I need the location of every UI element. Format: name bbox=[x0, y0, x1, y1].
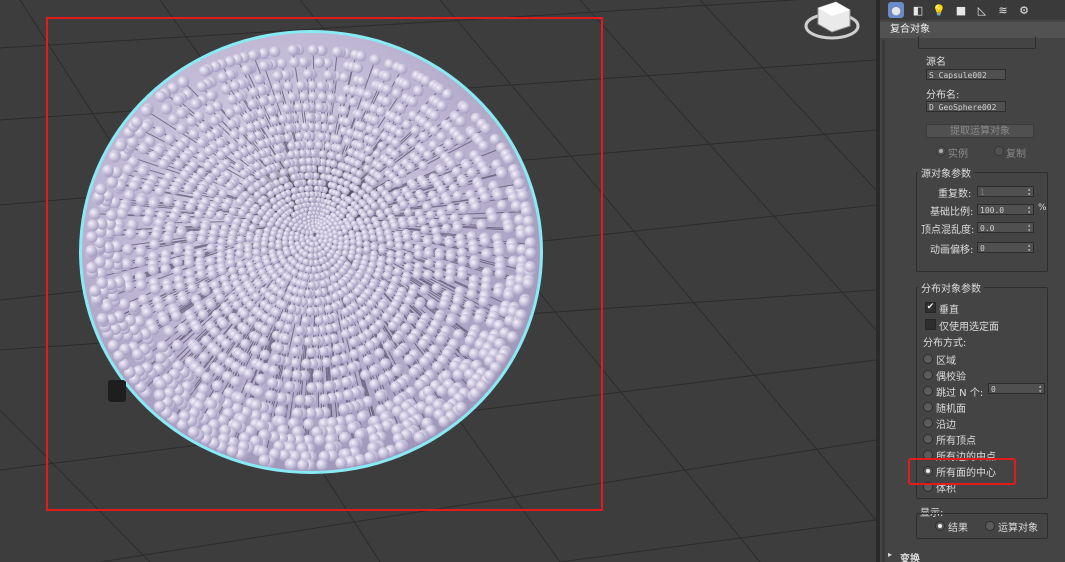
instance-label: 实例 bbox=[948, 149, 968, 160]
duplicates-spinner[interactable]: 1 ▴ ▾ bbox=[977, 186, 1034, 198]
source-params-title: 源对象参数 bbox=[918, 165, 974, 180]
use-selected-faces-checkbox[interactable] bbox=[925, 319, 936, 330]
method-area-label: 区域 bbox=[936, 356, 956, 367]
command-panel: ● ◧ 💡 ■ ◺ ≋ ⚙ 复合对象 源名 S_Capsule002 分布名: … bbox=[880, 0, 1065, 562]
method-even-label: 偶校验 bbox=[936, 372, 966, 383]
annotation-highlight-face-centers bbox=[908, 458, 1016, 485]
geometry-tab-icon[interactable]: ● bbox=[888, 2, 904, 18]
command-panel-tabs: ● ◧ 💡 ■ ◺ ≋ ⚙ bbox=[880, 0, 1065, 20]
method-all-vertices-radio[interactable] bbox=[923, 434, 933, 444]
display-operands-radio[interactable] bbox=[985, 521, 995, 531]
method-area-radio[interactable] bbox=[923, 354, 933, 364]
panel-scrollbar[interactable] bbox=[882, 40, 885, 562]
helpers-tab-icon[interactable]: ◺ bbox=[974, 2, 990, 18]
base-scale-label: 基础比例: bbox=[930, 207, 974, 218]
vertex-chaos-label: 顶点混乱度: bbox=[921, 225, 975, 236]
extract-operand-button[interactable]: 提取运算对象 bbox=[926, 124, 1034, 138]
method-along-edges-label: 沿边 bbox=[936, 420, 956, 431]
skip-n-value: 0 bbox=[991, 385, 996, 394]
method-random-faces-radio[interactable] bbox=[923, 402, 933, 412]
display-result-label: 结果 bbox=[948, 523, 968, 534]
distribution-params-title: 分布对象参数 bbox=[918, 280, 984, 295]
annotation-highlight-viewport bbox=[46, 17, 603, 511]
distribution-name-field[interactable]: D_GeoSphere002 bbox=[926, 101, 1006, 112]
copy-label: 复制 bbox=[1006, 149, 1026, 160]
viewcube-icon[interactable] bbox=[804, 1, 860, 40]
anim-offset-spinner[interactable]: 0 ▴ ▾ bbox=[977, 242, 1034, 254]
method-along-edges-radio[interactable] bbox=[923, 418, 933, 428]
vertex-chaos-spinner[interactable]: 0.0 ▴ ▾ bbox=[977, 222, 1034, 234]
instance-radio[interactable] bbox=[936, 146, 946, 156]
perspective-viewport[interactable] bbox=[0, 0, 876, 562]
pick-operand-list bbox=[918, 36, 1036, 49]
method-even-radio[interactable] bbox=[923, 370, 933, 380]
perpendicular-checkbox[interactable]: ✔ bbox=[925, 302, 936, 313]
copy-radio[interactable] bbox=[994, 146, 1004, 156]
base-scale-value: 100.0 bbox=[980, 206, 1005, 215]
duplicates-value: 1 bbox=[980, 188, 985, 197]
method-random-faces-label: 随机面 bbox=[936, 404, 966, 415]
anim-offset-label: 动画偏移: bbox=[930, 245, 974, 256]
spacewarps-tab-icon[interactable]: ≋ bbox=[995, 2, 1011, 18]
systems-tab-icon[interactable]: ⚙ bbox=[1016, 2, 1032, 18]
base-scale-unit: % bbox=[1038, 203, 1047, 213]
source-name-field[interactable]: S_Capsule002 bbox=[926, 69, 1006, 80]
distribution-name-label: 分布名: bbox=[926, 90, 960, 101]
base-scale-spinner[interactable]: 100.0 ▴ ▾ bbox=[977, 204, 1034, 216]
shapes-tab-icon[interactable]: ◧ bbox=[910, 2, 926, 18]
vertex-chaos-value: 0.0 bbox=[980, 224, 995, 233]
duplicates-label: 重复数: bbox=[938, 189, 972, 200]
method-skip-n-radio[interactable] bbox=[923, 386, 933, 396]
cameras-tab-icon[interactable]: ■ bbox=[953, 2, 969, 18]
anim-offset-value: 0 bbox=[980, 244, 985, 253]
display-operands-label: 运算对象 bbox=[998, 523, 1038, 534]
transform-rollout-title[interactable]: 变换 bbox=[900, 550, 920, 562]
lights-tab-icon[interactable]: 💡 bbox=[931, 2, 947, 18]
display-result-radio[interactable] bbox=[935, 521, 945, 531]
source-name-label: 源名 bbox=[926, 57, 946, 68]
method-skip-n-label: 跳过 N 个: bbox=[936, 388, 984, 399]
use-selected-faces-label: 仅使用选定面 bbox=[939, 322, 999, 333]
transform-rollout-arrow-icon[interactable]: ▸ bbox=[888, 550, 892, 559]
skip-n-spinner[interactable]: 0 ▴ ▾ bbox=[988, 383, 1045, 395]
perpendicular-label: 垂直 bbox=[939, 305, 959, 316]
distribute-method-label: 分布方式: bbox=[923, 338, 967, 349]
method-all-vertices-label: 所有顶点 bbox=[936, 436, 976, 447]
